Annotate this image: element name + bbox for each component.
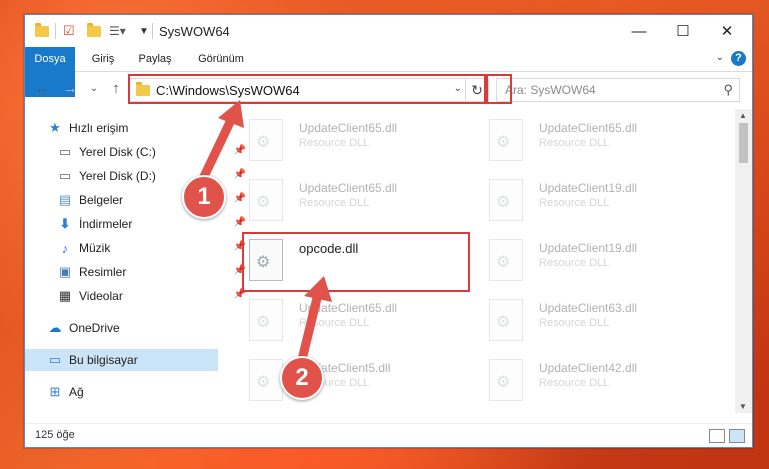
annotation-arrows [195, 100, 332, 373]
step-1-badge: 1 [182, 175, 226, 219]
step-2-badge: 2 [280, 356, 324, 400]
